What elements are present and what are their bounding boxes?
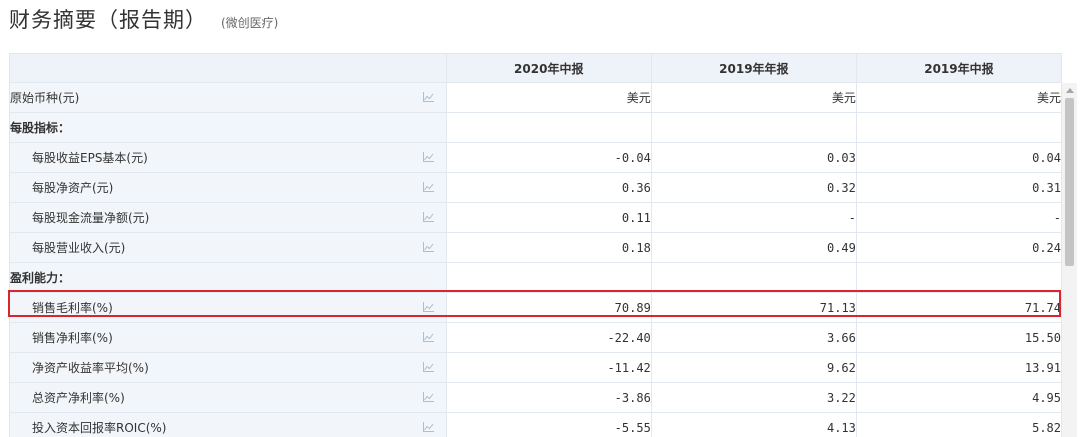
value-cell: 0.04 — [856, 142, 1062, 173]
value-cell: - — [856, 202, 1062, 233]
value-cell: 4.13 — [651, 412, 857, 437]
row-label-cell: 投入资本回报率ROIC(%) — [10, 412, 447, 437]
value-cell: 0.24 — [856, 232, 1062, 263]
table-row: 总资产净利率(%) -3.86 3.22 4.95 — [10, 382, 1062, 413]
company-name: (微创医疗) — [221, 16, 279, 30]
title-row: 财务摘要（报告期） (微创医疗) — [9, 4, 278, 38]
value-cell — [856, 262, 1062, 293]
value-cell: 美元 — [856, 82, 1062, 113]
row-label-cell: 销售毛利率(%) — [10, 292, 447, 323]
value-cell: 0.18 — [446, 232, 652, 263]
row-label: 销售净利率(%) — [32, 331, 113, 345]
value-cell: - — [651, 202, 857, 233]
value-cell: 9.62 — [651, 352, 857, 383]
row-label: 原始币种(元) — [10, 91, 80, 105]
row-label: 每股指标： — [10, 121, 71, 135]
value-cell: -22.40 — [446, 322, 652, 353]
table-row: 净资产收益率平均(%) -11.42 9.62 13.91 — [10, 352, 1062, 383]
value-cell — [446, 112, 652, 143]
value-cell: 美元 — [446, 82, 652, 113]
row-label-cell: 总资产净利率(%) — [10, 382, 447, 413]
row-label-cell: 每股现金流量净额(元) — [10, 202, 447, 233]
value-cell — [651, 112, 857, 143]
row-label: 投入资本回报率ROIC(%) — [32, 421, 167, 435]
line-chart-icon[interactable] — [422, 182, 434, 192]
value-cell: 70.89 — [446, 292, 652, 323]
value-cell: 0.03 — [651, 142, 857, 173]
value-cell: -3.86 — [446, 382, 652, 413]
table-row: 投入资本回报率ROIC(%) -5.55 4.13 5.82 — [10, 412, 1062, 437]
header-corner — [10, 54, 447, 83]
row-label: 销售毛利率(%) — [32, 301, 113, 315]
financial-summary-page: 财务摘要（报告期） (微创医疗) 2020年中报 2019年年报 2019年中报… — [0, 0, 1080, 437]
page-title: 财务摘要（报告期） — [9, 8, 207, 32]
value-cell: 0.49 — [651, 232, 857, 263]
scroll-up-arrow-icon[interactable] — [1066, 88, 1074, 93]
table-row: 每股收益EPS基本(元) -0.04 0.03 0.04 — [10, 142, 1062, 173]
row-label-cell: 每股收益EPS基本(元) — [10, 142, 447, 173]
section-header-row: 每股指标： — [10, 112, 1062, 143]
table-row: 每股营业收入(元) 0.18 0.49 0.24 — [10, 232, 1062, 263]
row-label: 每股营业收入(元) — [32, 241, 126, 255]
row-label-cell: 净资产收益率平均(%) — [10, 352, 447, 383]
row-label: 总资产净利率(%) — [32, 391, 125, 405]
row-label: 每股现金流量净额(元) — [32, 211, 150, 225]
table-row: 销售毛利率(%) 70.89 71.13 71.74 — [10, 292, 1062, 323]
value-cell — [446, 262, 652, 293]
line-chart-icon[interactable] — [422, 212, 434, 222]
value-cell: 3.22 — [651, 382, 857, 413]
row-label-cell: 盈利能力： — [10, 262, 447, 293]
financial-table-container: 2020年中报 2019年年报 2019年中报 原始币种(元) 美元 美元 美元 每股指… — [9, 53, 1062, 437]
table-row: 原始币种(元) 美元 美元 美元 — [10, 82, 1062, 113]
value-cell: 5.82 — [856, 412, 1062, 437]
vertical-scrollbar[interactable] — [1062, 83, 1077, 437]
value-cell: 4.95 — [856, 382, 1062, 413]
line-chart-icon[interactable] — [422, 362, 434, 372]
row-label-cell: 每股指标： — [10, 112, 447, 143]
value-cell: 3.66 — [651, 322, 857, 353]
row-label: 每股收益EPS基本(元) — [32, 151, 148, 165]
line-chart-icon[interactable] — [422, 332, 434, 342]
column-header[interactable]: 2019年中报 — [856, 54, 1062, 83]
row-label-cell: 原始币种(元) — [10, 82, 447, 113]
line-chart-icon[interactable] — [422, 242, 434, 252]
row-label: 净资产收益率平均(%) — [32, 361, 149, 375]
column-header[interactable]: 2019年年报 — [651, 54, 857, 83]
row-label-cell: 每股营业收入(元) — [10, 232, 447, 263]
table-row: 每股净资产(元) 0.36 0.32 0.31 — [10, 172, 1062, 203]
row-label-cell: 销售净利率(%) — [10, 322, 447, 353]
row-label-cell: 每股净资产(元) — [10, 172, 447, 203]
value-cell: 71.13 — [651, 292, 857, 323]
table-header-row: 2020年中报 2019年年报 2019年中报 — [10, 54, 1062, 83]
section-header-row: 盈利能力： — [10, 262, 1062, 293]
value-cell: 0.36 — [446, 172, 652, 203]
table-body: 原始币种(元) 美元 美元 美元 每股指标： 每股收益EPS基本(元) -0.04 0.03 0… — [10, 82, 1062, 437]
row-label: 盈利能力： — [10, 271, 71, 285]
value-cell: 15.50 — [856, 322, 1062, 353]
value-cell: 美元 — [651, 82, 857, 113]
line-chart-icon[interactable] — [422, 92, 434, 102]
line-chart-icon[interactable] — [422, 392, 434, 402]
value-cell: -11.42 — [446, 352, 652, 383]
row-label: 每股净资产(元) — [32, 181, 114, 195]
value-cell: 0.11 — [446, 202, 652, 233]
column-header[interactable]: 2020年中报 — [446, 54, 652, 83]
value-cell: 71.74 — [856, 292, 1062, 323]
value-cell: -0.04 — [446, 142, 652, 173]
scroll-thumb[interactable] — [1065, 98, 1074, 266]
value-cell: -5.55 — [446, 412, 652, 437]
value-cell — [651, 262, 857, 293]
financial-table: 2020年中报 2019年年报 2019年中报 原始币种(元) 美元 美元 美元 每股指… — [10, 54, 1062, 437]
value-cell — [856, 112, 1062, 143]
value-cell: 0.31 — [856, 172, 1062, 203]
line-chart-icon[interactable] — [422, 422, 434, 432]
value-cell: 13.91 — [856, 352, 1062, 383]
line-chart-icon[interactable] — [422, 302, 434, 312]
value-cell: 0.32 — [651, 172, 857, 203]
table-row: 每股现金流量净额(元) 0.11- - — [10, 202, 1062, 233]
line-chart-icon[interactable] — [422, 152, 434, 162]
table-row: 销售净利率(%) -22.40 3.66 15.50 — [10, 322, 1062, 353]
